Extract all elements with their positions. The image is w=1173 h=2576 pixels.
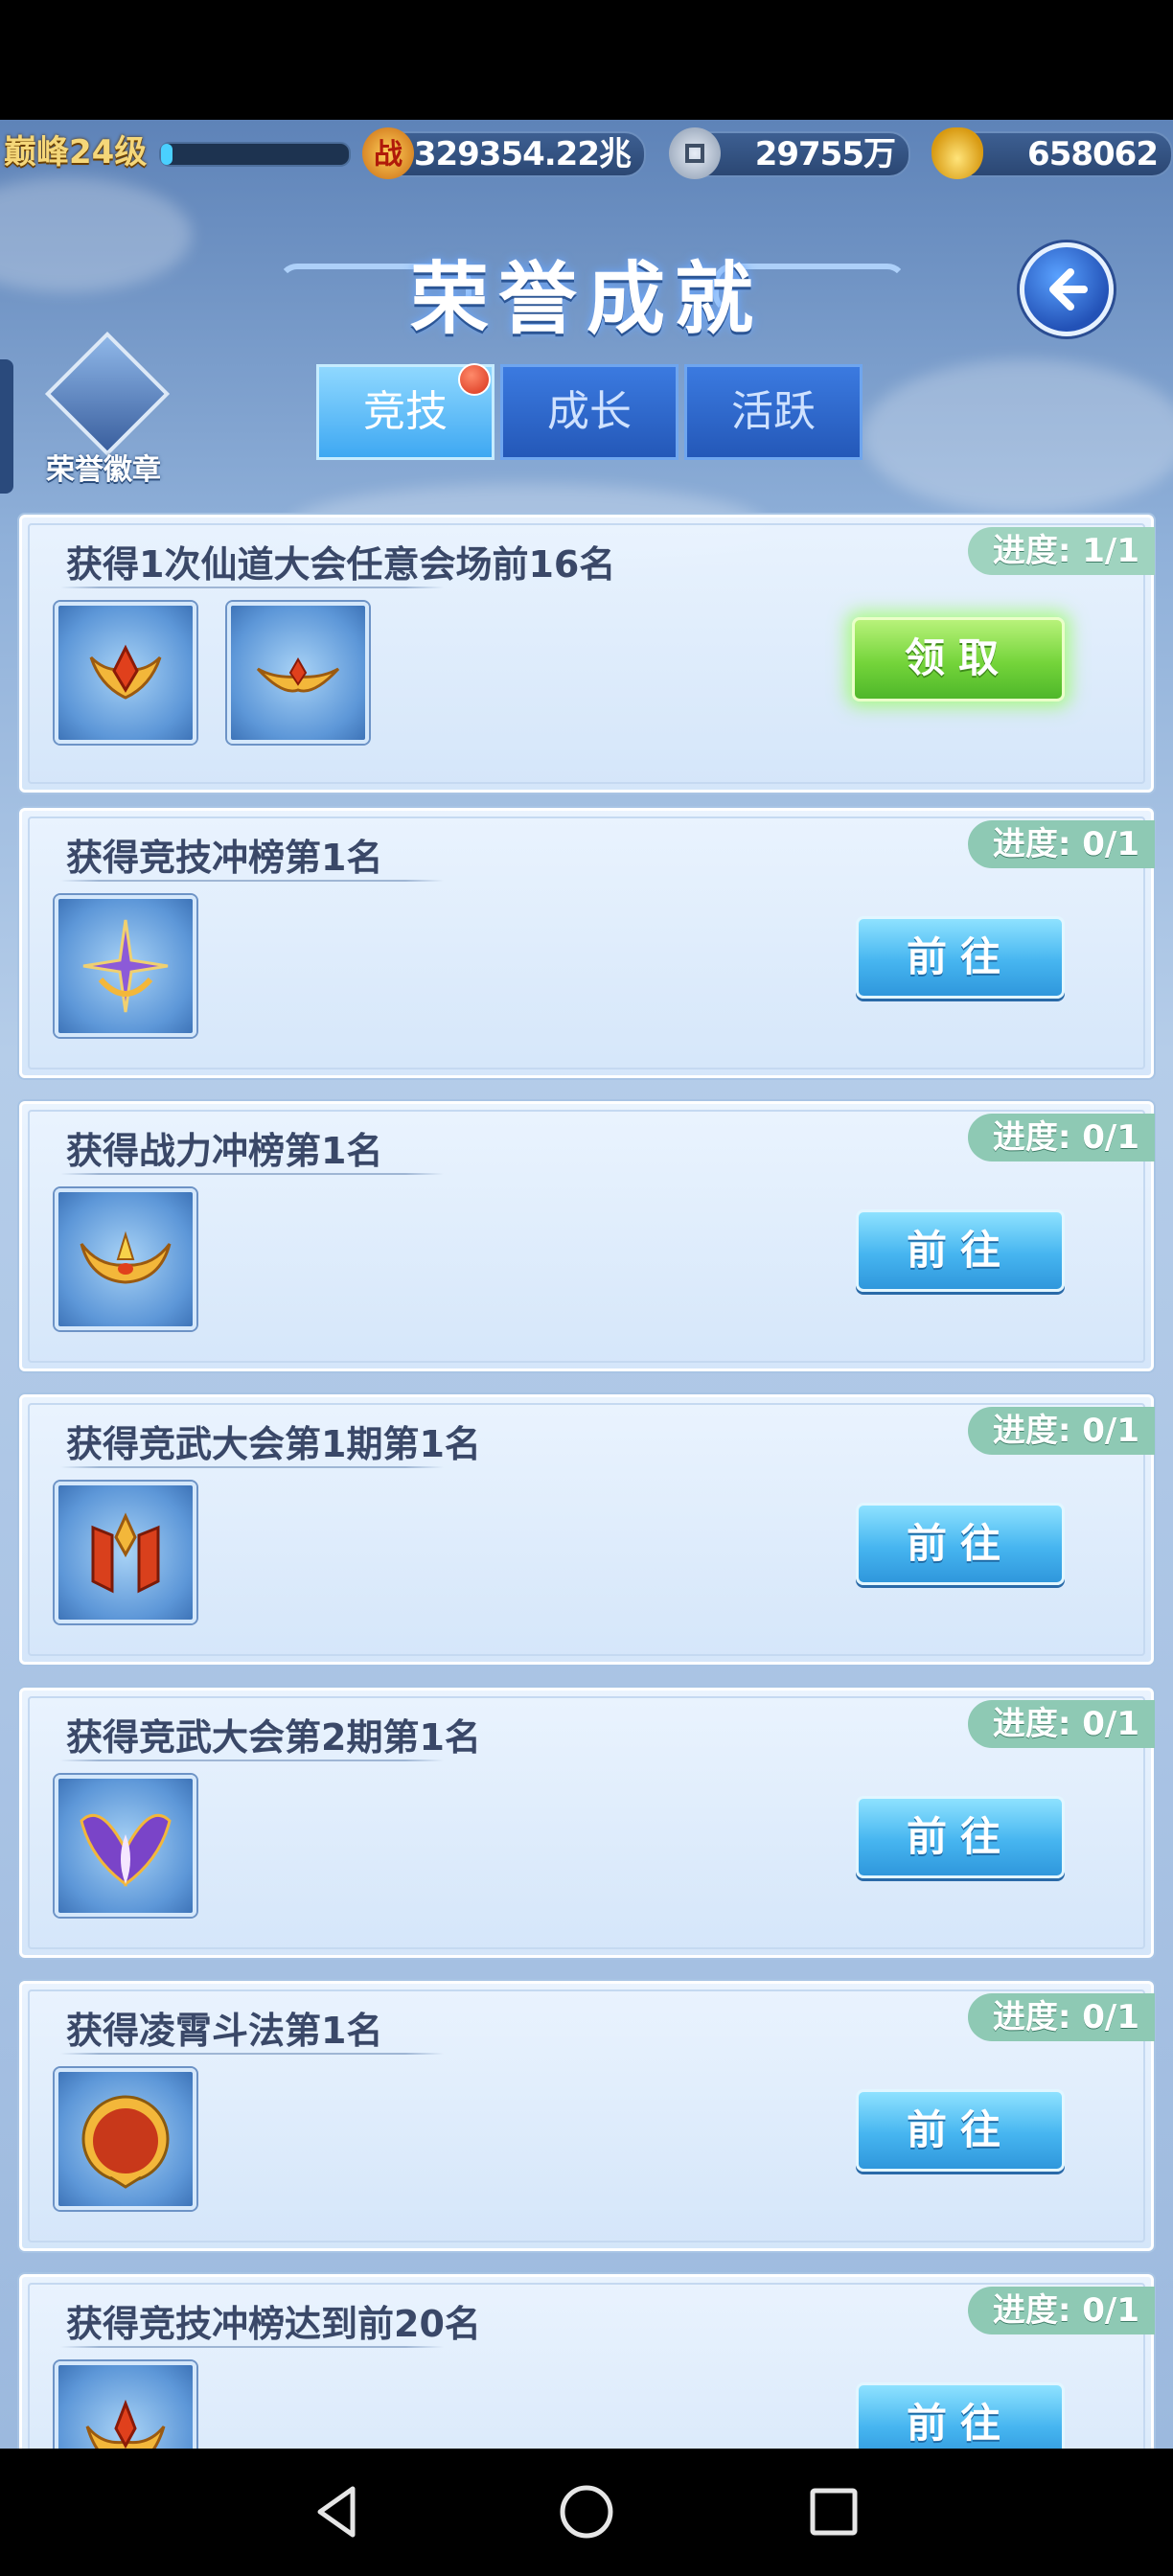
purple-star-trident-icon xyxy=(82,919,169,1013)
achievement-title: 获得竞技冲榜达到前20名 xyxy=(66,2303,481,2345)
goto-button[interactable]: 前往 xyxy=(856,916,1065,999)
reward-item[interactable] xyxy=(55,1775,196,1917)
progress-badge: 进度: 0/1 xyxy=(967,1114,1155,1162)
reward-item[interactable] xyxy=(55,2361,196,2449)
triangle-back-icon xyxy=(317,2486,356,2538)
achievement-card: 获得竞武大会第2期第1名 进度: 0/1 前往 xyxy=(19,1688,1155,1958)
goto-button[interactable]: 前往 xyxy=(856,1209,1065,1292)
status-bar xyxy=(0,0,1173,120)
nav-home-button[interactable] xyxy=(519,2449,654,2576)
reward-item[interactable] xyxy=(55,602,196,744)
claim-button[interactable]: 领取 xyxy=(852,617,1065,702)
system-nav-bar xyxy=(0,2449,1173,2576)
reward-item[interactable] xyxy=(55,1188,196,1330)
reward-item[interactable] xyxy=(55,2068,196,2210)
game-scene: 巅峰24级 战 329354.22兆 29755万 658062 荣誉成就 荣誉… xyxy=(0,120,1173,2449)
achievement-card: 获得凌霄斗法第1名 进度: 0/1 前往 xyxy=(19,1981,1155,2251)
progress-badge: 进度: 0/1 xyxy=(967,1700,1155,1748)
crown-red-gem-icon xyxy=(89,644,162,700)
tab-active[interactable]: 活跃 xyxy=(684,364,862,460)
achievement-card: 获得竞技冲榜第1名 进度: 0/1 前往 xyxy=(19,808,1155,1078)
achievement-title: 获得1次仙道大会任意会场前16名 xyxy=(66,543,616,586)
achievement-card: 获得战力冲榜第1名 进度: 0/1 前往 xyxy=(19,1101,1155,1371)
circle-home-icon xyxy=(560,2485,613,2539)
notification-dot xyxy=(458,363,491,396)
progress-badge: 进度: 1/1 xyxy=(967,527,1155,575)
coins-value: 29755万 xyxy=(754,135,896,173)
goto-button[interactable]: 前往 xyxy=(856,1796,1065,1878)
crest-gold-icon xyxy=(256,656,340,693)
reward-item[interactable] xyxy=(55,895,196,1037)
svg-text:战: 战 xyxy=(374,138,402,172)
goto-button[interactable]: 前往 xyxy=(856,2382,1065,2449)
nav-back-button[interactable] xyxy=(270,2449,404,2576)
gold-ingot-icon xyxy=(932,127,983,179)
square-recents-icon xyxy=(810,2488,858,2536)
side-tab-edge[interactable] xyxy=(0,359,13,494)
nav-recents-button[interactable] xyxy=(767,2449,901,2576)
ingots-value: 658062 xyxy=(1027,135,1159,173)
goto-button[interactable]: 前往 xyxy=(856,1503,1065,1585)
progress-badge: 进度: 0/1 xyxy=(967,820,1155,868)
xp-bar xyxy=(159,142,351,167)
reward-item[interactable] xyxy=(55,1482,196,1623)
achievement-title: 获得竞武大会第2期第1名 xyxy=(66,1716,481,1759)
achievement-title: 获得竞技冲榜第1名 xyxy=(66,837,383,879)
progress-badge: 进度: 0/1 xyxy=(967,1407,1155,1455)
achievement-title: 获得凌霄斗法第1名 xyxy=(66,2010,383,2052)
goto-button[interactable]: 前往 xyxy=(856,2089,1065,2172)
coins-display: 29755万 xyxy=(669,127,910,179)
achievement-title: 获得战力冲榜第1名 xyxy=(66,1130,383,1172)
achievement-card: 获得竞武大会第1期第1名 进度: 0/1 前往 xyxy=(19,1394,1155,1665)
level-label: 巅峰24级 xyxy=(4,133,148,172)
progress-badge: 进度: 0/1 xyxy=(967,2287,1155,2334)
power-display: 战 329354.22兆 xyxy=(362,127,646,179)
honor-badge-button[interactable]: 荣誉徽章 xyxy=(36,331,171,513)
gold-horns-crown-icon xyxy=(80,1230,172,1284)
progress-badge: 进度: 0/1 xyxy=(967,1993,1155,2041)
arrow-left-icon xyxy=(1049,268,1088,310)
badge-label: 荣誉徽章 xyxy=(46,453,161,487)
ingots-display: 658062 xyxy=(932,127,1173,179)
red-mirror-frame-icon xyxy=(81,2095,170,2189)
power-value: 329354.22兆 xyxy=(413,135,632,173)
badge-icon xyxy=(44,331,171,457)
achievement-card: 获得1次仙道大会任意会场前16名 进度: 1/1 领取 xyxy=(19,515,1155,793)
gold-crown-icon xyxy=(85,2399,166,2449)
reward-item[interactable] xyxy=(227,602,369,744)
resource-bar: 巅峰24级 战 329354.22兆 29755万 658062 xyxy=(0,127,1173,179)
purple-wings-icon xyxy=(80,1813,172,1887)
back-button[interactable] xyxy=(1020,242,1114,336)
red-banner-crest-icon xyxy=(91,1512,160,1594)
battle-power-icon: 战 xyxy=(362,127,414,179)
tab-growth[interactable]: 成长 xyxy=(500,364,678,460)
page-title: 荣誉成就 xyxy=(409,254,763,345)
achievement-card: 获得竞技冲榜达到前20名 进度: 0/1 前往 xyxy=(19,2274,1155,2449)
coin-icon xyxy=(669,127,721,179)
achievement-title: 获得竞武大会第1期第1名 xyxy=(66,1423,481,1465)
